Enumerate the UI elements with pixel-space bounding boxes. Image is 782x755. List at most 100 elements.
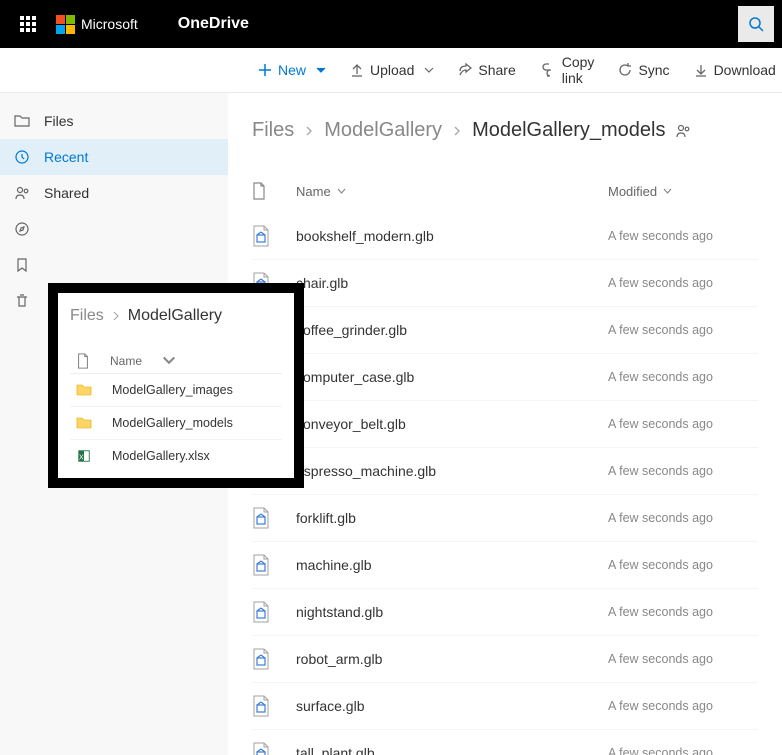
overlay-row-name: ModelGallery_models — [112, 416, 233, 430]
glb-file-icon — [252, 601, 270, 623]
overlay-row[interactable]: ModelGallery_images — [70, 374, 282, 407]
download-label: Download — [714, 62, 776, 78]
people-access-icon[interactable] — [675, 123, 691, 139]
app-header: Microsoft OneDrive — [0, 0, 782, 48]
glb-file-icon — [252, 648, 270, 670]
sync-button[interactable]: Sync — [608, 56, 679, 84]
chevron-down-icon — [316, 67, 326, 73]
overlay-row-name: ModelGallery.xlsx — [112, 449, 210, 463]
upload-button[interactable]: Upload — [340, 56, 444, 84]
overlay-crumb-current: ModelGallery — [128, 307, 222, 325]
app-launcher-button[interactable] — [8, 0, 48, 48]
mini-browser-overlay: Files ModelGallery Name ModelGallery_ima… — [48, 283, 304, 488]
overlay-column-headers: Name — [70, 349, 282, 374]
file-modified: A few seconds ago — [608, 558, 758, 572]
share-label: Share — [478, 62, 515, 78]
file-row[interactable]: chair.glbA few seconds ago — [252, 260, 758, 307]
file-icon — [252, 182, 266, 200]
excel-icon: X — [76, 449, 92, 463]
file-row[interactable]: robot_arm.glbA few seconds ago — [252, 636, 758, 683]
download-button[interactable]: Download — [684, 56, 782, 84]
file-row[interactable]: computer_case.glbA few seconds ago — [252, 354, 758, 401]
sidebar-item-recent[interactable]: Recent — [0, 139, 228, 175]
chevron-down-icon — [337, 188, 346, 194]
file-name: machine.glb — [296, 557, 608, 573]
file-modified: A few seconds ago — [608, 746, 758, 755]
file-name: conveyor_belt.glb — [296, 416, 608, 432]
breadcrumb: Files ModelGallery ModelGallery_models — [252, 119, 758, 142]
overlay-row-name: ModelGallery_images — [112, 383, 233, 397]
sidebar-item-discover[interactable] — [0, 211, 228, 247]
trash-icon — [14, 293, 30, 309]
sidebar-item-shared[interactable]: Shared — [0, 175, 228, 211]
file-modified: A few seconds ago — [608, 417, 758, 431]
breadcrumb-current: ModelGallery_models — [472, 119, 665, 142]
file-row[interactable]: surface.glbA few seconds ago — [252, 683, 758, 730]
upload-icon — [350, 63, 364, 77]
file-row[interactable]: espresso_machine.glbA few seconds ago — [252, 448, 758, 495]
file-row[interactable]: bookshelf_modern.glbA few seconds ago — [252, 213, 758, 260]
file-modified: A few seconds ago — [608, 276, 758, 290]
file-name: computer_case.glb — [296, 369, 608, 385]
file-modified: A few seconds ago — [608, 605, 758, 619]
overlay-name-header[interactable]: Name — [110, 354, 142, 368]
copylink-label: Copy link — [562, 54, 595, 86]
sidebar-item-label: Recent — [44, 149, 88, 165]
file-row[interactable]: coffee_grinder.glbA few seconds ago — [252, 307, 758, 354]
chevron-down-icon — [162, 353, 176, 369]
overlay-breadcrumb: Files ModelGallery — [70, 307, 282, 325]
folder-icon — [76, 383, 92, 397]
name-header-label: Name — [296, 184, 331, 199]
file-modified: A few seconds ago — [608, 229, 758, 243]
file-row[interactable]: conveyor_belt.glbA few seconds ago — [252, 401, 758, 448]
plus-icon — [258, 63, 272, 77]
name-column-header[interactable]: Name — [296, 184, 608, 199]
file-row[interactable]: machine.glbA few seconds ago — [252, 542, 758, 589]
overlay-crumb-root[interactable]: Files — [70, 307, 104, 325]
sidebar-item-files[interactable]: Files — [0, 103, 228, 139]
overlay-row[interactable]: X ModelGallery.xlsx — [70, 440, 282, 472]
chevron-right-icon — [304, 126, 314, 136]
share-button[interactable]: Share — [448, 56, 525, 84]
file-name: nightstand.glb — [296, 604, 608, 620]
file-modified: A few seconds ago — [608, 370, 758, 384]
upload-label: Upload — [370, 62, 414, 78]
glb-file-icon — [252, 742, 270, 755]
microsoft-icon — [56, 15, 75, 34]
file-row[interactable]: forklift.glbA few seconds ago — [252, 495, 758, 542]
chevron-down-icon — [663, 188, 672, 194]
new-button[interactable]: New — [248, 56, 336, 84]
new-label: New — [278, 62, 306, 78]
download-icon — [694, 63, 708, 77]
share-icon — [458, 63, 472, 77]
people-icon — [14, 185, 30, 201]
file-modified: A few seconds ago — [608, 323, 758, 337]
file-name: coffee_grinder.glb — [296, 322, 608, 338]
folder-icon — [76, 416, 92, 430]
modified-column-header[interactable]: Modified — [608, 184, 758, 199]
file-modified: A few seconds ago — [608, 511, 758, 525]
file-row[interactable]: nightstand.glbA few seconds ago — [252, 589, 758, 636]
file-row[interactable]: tall_plant.glbA few seconds ago — [252, 730, 758, 755]
file-modified: A few seconds ago — [608, 699, 758, 713]
link-icon — [540, 63, 556, 77]
clock-icon — [14, 149, 30, 165]
file-list: bookshelf_modern.glbA few seconds agocha… — [252, 213, 758, 755]
copylink-button[interactable]: Copy link — [530, 48, 605, 92]
file-name: surface.glb — [296, 698, 608, 714]
main-content: Files ModelGallery ModelGallery_models N… — [228, 93, 782, 755]
breadcrumb-mid[interactable]: ModelGallery — [324, 119, 442, 142]
sidebar-item-bookmark[interactable] — [0, 247, 228, 283]
column-headers: Name Modified — [252, 176, 758, 213]
glb-file-icon — [252, 507, 270, 529]
search-button[interactable] — [738, 6, 774, 42]
glb-file-icon — [252, 225, 270, 247]
chevron-down-icon — [424, 67, 434, 73]
sidebar: Files Recent Shared Files ModelGallery — [0, 93, 228, 755]
chevron-right-icon — [112, 311, 120, 321]
file-modified: A few seconds ago — [608, 652, 758, 666]
breadcrumb-root[interactable]: Files — [252, 119, 294, 142]
app-title: OneDrive — [178, 15, 249, 33]
file-modified: A few seconds ago — [608, 464, 758, 478]
overlay-row[interactable]: ModelGallery_models — [70, 407, 282, 440]
